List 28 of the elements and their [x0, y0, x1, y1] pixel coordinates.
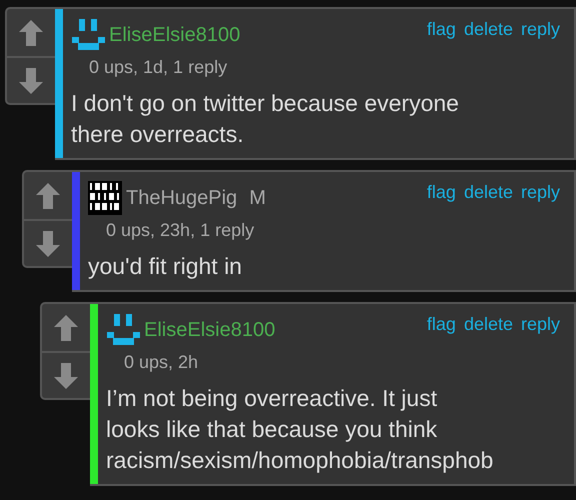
up-arrow-icon [35, 182, 61, 210]
comment-action-link[interactable]: flag [426, 182, 456, 203]
comment-meta: 0 ups, 1d, 1 reply [88, 57, 228, 78]
up-arrow-icon [53, 314, 79, 342]
user-label: M [249, 186, 266, 210]
up-arrow-icon [18, 18, 44, 46]
comment-text: I’m not being overreactive. It just looks like that because you think racism/sexism/homophobia/transphob [106, 384, 494, 475]
comment-action-link[interactable]: flag [426, 314, 456, 335]
comment-action-link[interactable]: flag [426, 19, 456, 40]
comment-action-link[interactable]: reply [520, 19, 560, 40]
comment-text: you'd fit right in [88, 252, 243, 281]
comment-meta: 0 ups, 23h, 1 reply [105, 220, 256, 241]
down-arrow-icon [18, 66, 44, 94]
smiley-avatar-icon [71, 18, 105, 52]
smiley-avatar-icon [106, 313, 140, 347]
username-link[interactable]: EliseElsie8100 [109, 24, 240, 46]
comment-action-link[interactable]: delete [464, 19, 513, 40]
comment-meta: 0 ups, 2h [123, 352, 200, 373]
username-link[interactable]: EliseElsie8100 [144, 318, 276, 342]
username-link[interactable]: TheHugePig [126, 186, 238, 210]
down-arrow-icon [35, 230, 61, 258]
comment-action-link[interactable]: delete [464, 314, 513, 335]
comment-action-link[interactable]: delete [464, 182, 513, 203]
down-arrow-icon [53, 362, 79, 390]
avatar-icon [88, 181, 122, 215]
comment-action-link[interactable]: reply [520, 314, 560, 335]
comment-action-link[interactable]: reply [520, 182, 560, 203]
comment-text: I don't go on twitter because everyone there overreacts. [71, 89, 460, 149]
